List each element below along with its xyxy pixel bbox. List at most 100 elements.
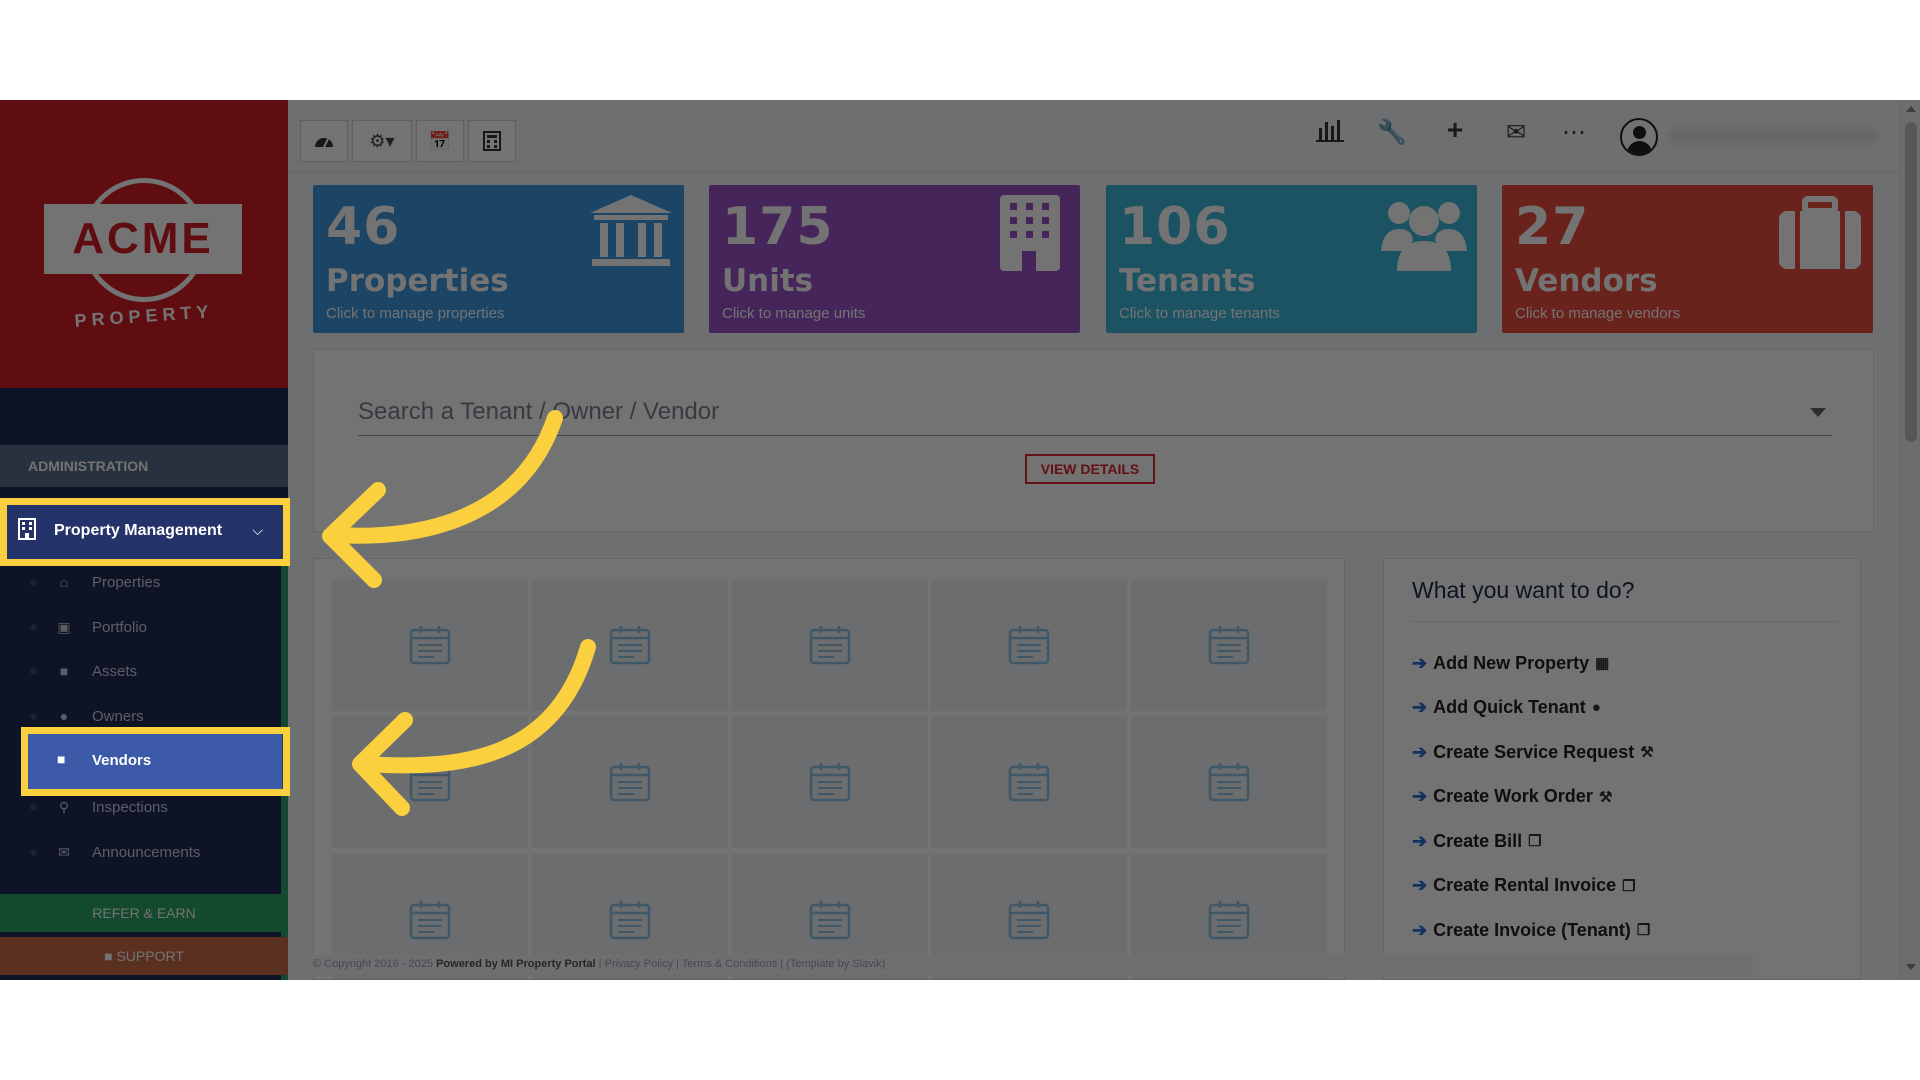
sidebar-item-properties[interactable]: ⌂ Properties (0, 562, 283, 602)
quick-action-item[interactable]: ➔ Create Invoice (Tenant) ❐ (1412, 918, 1650, 942)
placeholder-tile (931, 579, 1127, 711)
calendar-placeholder-icon (1208, 901, 1250, 940)
calendar-button[interactable]: 📅 (416, 120, 464, 162)
stat-title: Tenants (1119, 263, 1256, 299)
calendar-placeholder-icon (809, 763, 851, 802)
stat-subtitle: Click to manage properties (326, 305, 505, 322)
calendar-placeholder-icon (409, 901, 451, 940)
stat-card-vendors[interactable]: 27 Vendors Click to manage vendors (1502, 185, 1873, 333)
terms-link[interactable]: Terms & Conditions (682, 958, 777, 970)
sidebar-item-label: Properties (92, 573, 161, 591)
footer: © Copyright 2016 - 2025 Powered by MI Pr… (313, 955, 1753, 975)
powered-by-link[interactable]: Powered by MI Property Portal (436, 958, 596, 970)
sidebar-item-label: Assets (92, 662, 138, 680)
sidebar-item-label: Portfolio (92, 618, 148, 636)
username-redacted[interactable] (1668, 128, 1878, 144)
building-icon (1000, 195, 1060, 271)
bar-chart-icon[interactable] (1312, 118, 1348, 149)
calendar-placeholder-icon (609, 626, 651, 665)
quick-action-item[interactable]: ➔ Create Rental Invoice ❐ (1412, 874, 1636, 898)
search-input[interactable]: Search a Tenant / Owner / Vendor (358, 394, 1832, 436)
arrow-right-icon: ➔ (1412, 786, 1428, 806)
calendar-placeholder-icon (409, 763, 451, 802)
placeholder-tile (732, 579, 928, 711)
home-icon: ⌂ (59, 574, 69, 590)
stat-value: 46 (326, 197, 401, 257)
search-icon: ⚲ (58, 798, 70, 815)
calendar-placeholder-icon (609, 763, 651, 802)
panel-title: What you want to do? (1412, 577, 1635, 603)
divider (1412, 621, 1838, 622)
search-placeholder: Search a Tenant / Owner / Vendor (358, 398, 720, 425)
stat-title: Properties (326, 263, 509, 299)
settings-dropdown-button[interactable]: ⚙▾ (352, 120, 412, 162)
quick-action-item[interactable]: ➔ Add New Property ▦ (1412, 651, 1609, 675)
wrench-icon: ⚒ (1598, 788, 1613, 806)
quick-action-item[interactable]: ➔ Create Service Request ⚒ (1412, 740, 1654, 764)
calendar-placeholder-icon (809, 626, 851, 665)
calendar-placeholder-icon (409, 626, 451, 665)
search-panel: Search a Tenant / Owner / Vendor VIEW DE… (313, 349, 1874, 532)
caret-down-icon[interactable] (1810, 408, 1826, 417)
view-details-button[interactable]: VIEW DETAILS (1025, 454, 1155, 484)
quick-action-item[interactable]: ➔ Create Bill ❐ (1412, 829, 1542, 853)
bullet-dot (30, 667, 37, 675)
bank-icon (590, 195, 672, 266)
quick-action-label: Create Rental Invoice (1433, 875, 1617, 895)
stat-subtitle: Click to manage units (722, 305, 866, 322)
bullet-dot (30, 848, 37, 856)
stat-card-units[interactable]: 175 Units Click to manage units (709, 185, 1080, 333)
building-icon: ▦ (1595, 655, 1610, 672)
highlight-box-property-management (0, 498, 290, 566)
scroll-up-arrow[interactable] (1906, 106, 1916, 112)
calendar-placeholder-icon (1008, 901, 1050, 940)
highlight-box-vendors (21, 727, 290, 796)
users-icon (1381, 202, 1467, 271)
sidebar-item-label: Owners (92, 707, 144, 725)
logo[interactable]: ACME PROPERTY (0, 100, 288, 388)
scrollbar-thumb[interactable] (1905, 122, 1917, 442)
privacy-link[interactable]: Privacy Policy (605, 958, 673, 970)
more-icon[interactable]: ⋯ (1556, 118, 1592, 147)
stat-title: Vendors (1515, 263, 1658, 299)
user-icon: ● (1591, 699, 1601, 716)
user-avatar-icon[interactable] (1620, 118, 1658, 156)
scroll-down-arrow[interactable] (1906, 964, 1916, 970)
sidebar-item-portfolio[interactable]: ▣ Portfolio (0, 607, 283, 647)
user-icon: ● (59, 708, 69, 724)
quick-action-label: Create Service Request (1433, 741, 1635, 762)
portfolio-icon: ▣ (57, 618, 71, 635)
calendar-check-icon: 📅 (428, 130, 452, 151)
support-label: SUPPORT (116, 948, 184, 964)
placeholder-tile (532, 579, 728, 711)
quick-action-item[interactable]: ➔ Add Quick Tenant ● (1412, 696, 1601, 720)
arrow-right-icon: ➔ (1412, 697, 1428, 717)
quick-action-label: Create Work Order (1433, 786, 1593, 806)
megaphone-icon: ✉ (58, 843, 70, 860)
quick-action-item[interactable]: ➔ Create Work Order ⚒ (1412, 785, 1612, 809)
support-button[interactable]: ■ SUPPORT (0, 937, 288, 975)
calculator-button[interactable] (468, 120, 516, 162)
scrollbar[interactable] (1900, 100, 1920, 980)
plus-icon[interactable]: + (1437, 114, 1473, 146)
stat-card-tenants[interactable]: 106 Tenants Click to manage tenants (1106, 185, 1477, 333)
copy-icon: ❐ (1528, 833, 1542, 850)
sidebar-item-assets[interactable]: ■ Assets (0, 651, 283, 691)
refer-earn-button[interactable]: REFER & EARN (0, 894, 288, 932)
screenshot-frame: ACME PROPERTY ADMINISTRATION Property Ma… (0, 100, 1920, 980)
wrench-icon[interactable]: 🔧 (1374, 118, 1410, 147)
arrow-right-icon: ➔ (1412, 652, 1428, 673)
logo-subtext: PROPERTY (73, 301, 215, 331)
dashboard-button[interactable] (300, 120, 348, 162)
briefcase-icon (1779, 196, 1861, 269)
calendar-placeholder-icon (1008, 626, 1050, 665)
arrow-right-icon: ➔ (1412, 875, 1428, 895)
bullet-dot (30, 578, 37, 586)
copy-icon: ❐ (1636, 922, 1651, 939)
envelope-icon[interactable]: ✉ (1498, 118, 1534, 147)
stat-title: Units (722, 263, 814, 299)
calendar-placeholder-icon (1208, 763, 1250, 802)
stat-card-properties[interactable]: 46 Properties Click to manage properties (313, 185, 684, 333)
sidebar-item-announcements[interactable]: ✉ Announcements (0, 832, 283, 872)
dashboard-icon (315, 138, 333, 148)
